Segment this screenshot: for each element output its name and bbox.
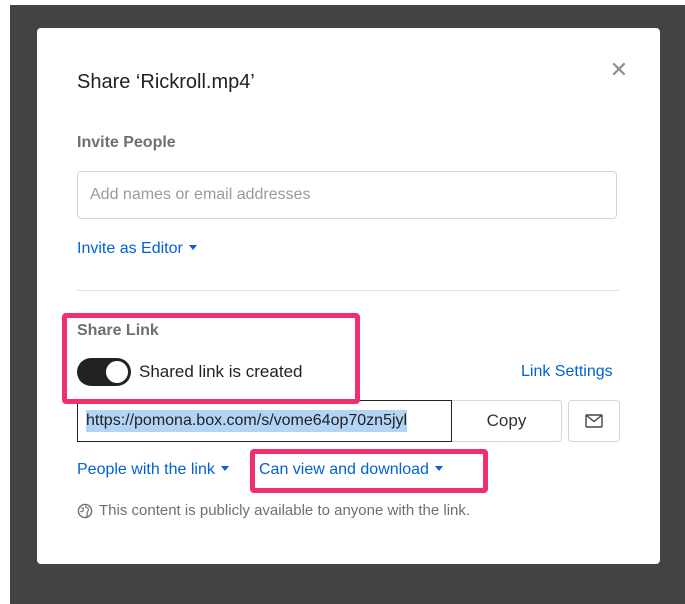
permission-label: Can view and download [259,461,429,478]
dialog-title: Share ‘Rickroll.mp4’ [77,71,255,93]
chevron-down-icon [188,245,197,251]
globe-icon [77,503,93,519]
url-row: https://pomona.box.com/s/vome64op70zn5jy… [77,400,562,442]
copy-button[interactable]: Copy [452,400,562,442]
shared-url-text: https://pomona.box.com/s/vome64op70zn5jy… [86,410,408,432]
public-note-text: This content is publicly available to an… [99,502,471,519]
share-link-label: Share Link [77,322,159,339]
link-settings-link[interactable]: Link Settings [521,363,613,381]
invite-role-dropdown[interactable]: Invite as Editor [77,240,197,258]
email-link-button[interactable] [568,400,620,442]
mail-icon [585,414,603,428]
invite-input[interactable] [77,171,617,219]
invite-people-label: Invite People [77,134,176,151]
invite-role-label: Invite as Editor [77,240,183,257]
shared-link-toggle[interactable] [77,358,131,386]
toggle-knob [105,360,129,384]
chevron-down-icon [434,466,443,472]
share-dialog: Share ‘Rickroll.mp4’ ✕ Invite People Inv… [37,28,660,564]
public-note: This content is publicly available to an… [77,502,470,519]
shared-url-field[interactable]: https://pomona.box.com/s/vome64op70zn5jy… [77,400,452,442]
chevron-down-icon [220,466,229,472]
toggle-label: Shared link is created [139,362,303,381]
section-divider [77,290,620,291]
permission-dropdown[interactable]: Can view and download [259,461,443,479]
access-level-label: People with the link [77,461,215,478]
shared-link-toggle-row: Shared link is created [77,358,302,386]
close-icon[interactable]: ✕ [607,58,631,82]
access-level-dropdown[interactable]: People with the link [77,461,229,479]
